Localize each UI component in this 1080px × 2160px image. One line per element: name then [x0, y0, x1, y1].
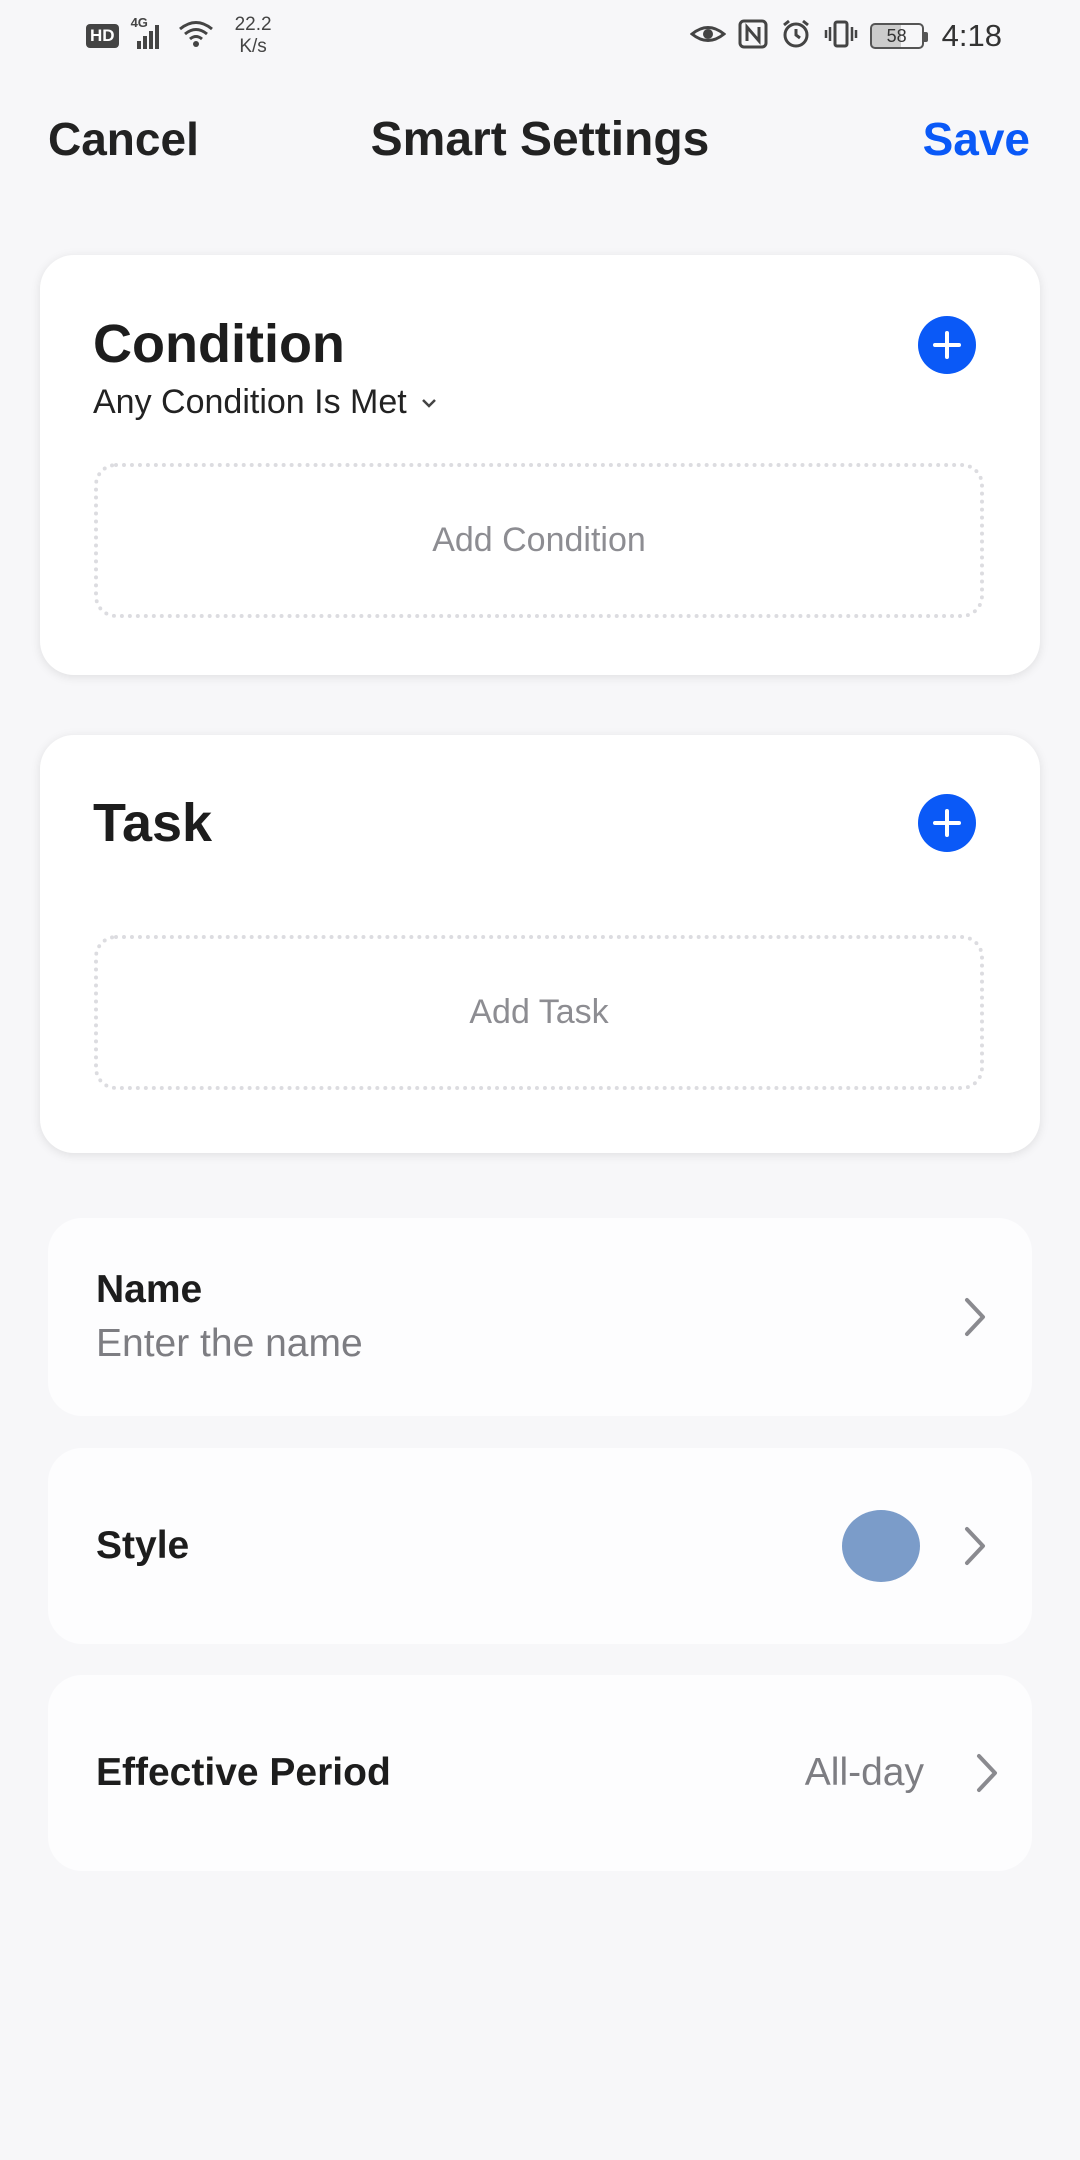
- status-left: HD 4G 22.2 K/s: [86, 14, 272, 58]
- chevron-right-icon: [965, 1298, 985, 1336]
- name-row-text: Name Enter the name: [96, 1268, 363, 1366]
- add-task-button[interactable]: [918, 794, 976, 852]
- add-condition-area[interactable]: Add Condition: [94, 463, 984, 618]
- add-condition-label: Add Condition: [432, 521, 646, 559]
- plus-icon: [933, 331, 961, 359]
- battery-indicator: 58: [869, 23, 928, 49]
- condition-card: Condition Any Condition Is Met Add Condi…: [40, 255, 1040, 675]
- condition-mode-dropdown[interactable]: Any Condition Is Met: [93, 383, 437, 422]
- name-label: Name: [96, 1268, 203, 1311]
- save-button[interactable]: Save: [923, 112, 1030, 166]
- page-title: Smart Settings: [370, 113, 710, 166]
- status-right: 58 4:18: [689, 18, 1002, 55]
- status-time: 4:18: [941, 18, 1002, 53]
- add-task-label: Add Task: [469, 993, 609, 1031]
- hd-badge: HD: [86, 24, 119, 48]
- plus-icon: [933, 809, 961, 837]
- add-task-area[interactable]: Add Task: [94, 935, 984, 1090]
- wifi-icon: [177, 19, 215, 54]
- style-row[interactable]: Style: [48, 1448, 1032, 1644]
- network-type-label: 4G: [130, 15, 148, 30]
- status-bar: HD 4G 22.2 K/s 58 4:18: [0, 0, 1080, 72]
- vibrate-icon: [824, 19, 858, 54]
- top-bar: Cancel Smart Settings Save: [0, 100, 1080, 180]
- effective-period-label: Effective Period: [96, 1751, 391, 1794]
- name-placeholder: Enter the name: [96, 1322, 363, 1365]
- network-speed: 22.2 K/s: [235, 14, 272, 58]
- style-color-swatch: [842, 1510, 920, 1582]
- network-speed-unit: K/s: [239, 36, 267, 57]
- chevron-right-icon: [965, 1527, 985, 1565]
- effective-period-row[interactable]: Effective Period All-day: [48, 1675, 1032, 1871]
- alarm-icon: [780, 18, 812, 55]
- network-speed-value: 22.2: [234, 14, 272, 35]
- name-row[interactable]: Name Enter the name: [48, 1218, 1032, 1416]
- task-title: Task: [93, 793, 213, 853]
- style-label: Style: [96, 1524, 190, 1567]
- eye-comfort-icon: [689, 21, 727, 52]
- add-condition-button[interactable]: [918, 316, 976, 374]
- condition-mode-label: Any Condition Is Met: [93, 383, 407, 421]
- effective-period-value: All-day: [804, 1751, 924, 1794]
- chevron-right-icon: [977, 1754, 997, 1792]
- task-card: Task Add Task: [40, 735, 1040, 1153]
- nfc-icon: [738, 19, 768, 54]
- chevron-down-icon: [421, 398, 436, 408]
- cellular-signal-icon: 4G: [131, 15, 165, 51]
- condition-title: Condition: [93, 314, 345, 374]
- smart-settings-screen: HD 4G 22.2 K/s 58 4:18 Cancel Smart Sett…: [0, 0, 1080, 2160]
